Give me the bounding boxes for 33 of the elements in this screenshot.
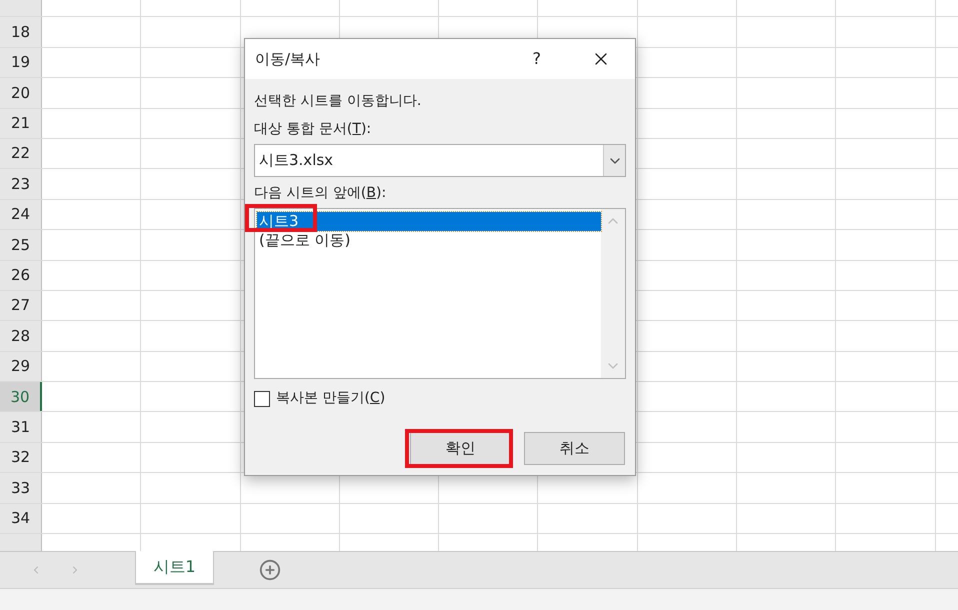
row-header[interactable]: 20 — [0, 78, 42, 108]
sheet-list-item[interactable]: (끝으로 이동) — [257, 231, 601, 250]
sheet-listbox[interactable]: 시트3 (끝으로 이동) — [254, 208, 626, 379]
workbook-dropdown[interactable]: 시트3.xlsx — [254, 144, 626, 177]
sheet-list-item[interactable]: 시트3 — [257, 212, 601, 231]
help-button[interactable]: ? — [532, 47, 541, 71]
workbook-label: 대상 통합 문서(T): — [254, 121, 372, 137]
dialog-message: 선택한 시트를 이동합니다. — [254, 92, 422, 111]
sheet-list-label: 다음 시트의 앞에(B): — [254, 185, 386, 201]
row-header[interactable]: 28 — [0, 321, 42, 351]
dialog-button[interactable]: 취소 — [524, 432, 625, 465]
dialog-button[interactable]: 확인 — [410, 432, 511, 465]
row-header[interactable]: 25 — [0, 230, 42, 260]
row-header[interactable]: 18 — [0, 17, 42, 47]
row-header[interactable]: 26 — [0, 260, 42, 290]
row-header[interactable]: 29 — [0, 352, 42, 382]
copy-checkbox[interactable] — [254, 390, 270, 406]
row-header[interactable]: 30 — [0, 382, 42, 412]
row-header[interactable]: 22 — [0, 138, 42, 168]
row-header[interactable]: 34 — [0, 504, 42, 534]
row-header[interactable]: 31 — [0, 412, 42, 442]
row-header[interactable]: 23 — [0, 169, 42, 199]
grid-cell[interactable] — [240, 504, 340, 534]
row-header[interactable]: 33 — [0, 473, 42, 503]
dialog-title: 이동/복사 — [255, 48, 320, 70]
row-header[interactable]: 19 — [0, 48, 42, 78]
row-header[interactable]: 21 — [0, 108, 42, 138]
row-header[interactable]: 24 — [0, 200, 42, 230]
add-sheet-icon[interactable] — [259, 559, 281, 581]
row-header[interactable]: 27 — [0, 290, 42, 320]
copy-checkbox-label: 복사본 만들기(C) — [276, 389, 386, 408]
row-header[interactable]: 32 — [0, 442, 42, 472]
sheet-tab[interactable]: 시트1 — [135, 551, 214, 585]
